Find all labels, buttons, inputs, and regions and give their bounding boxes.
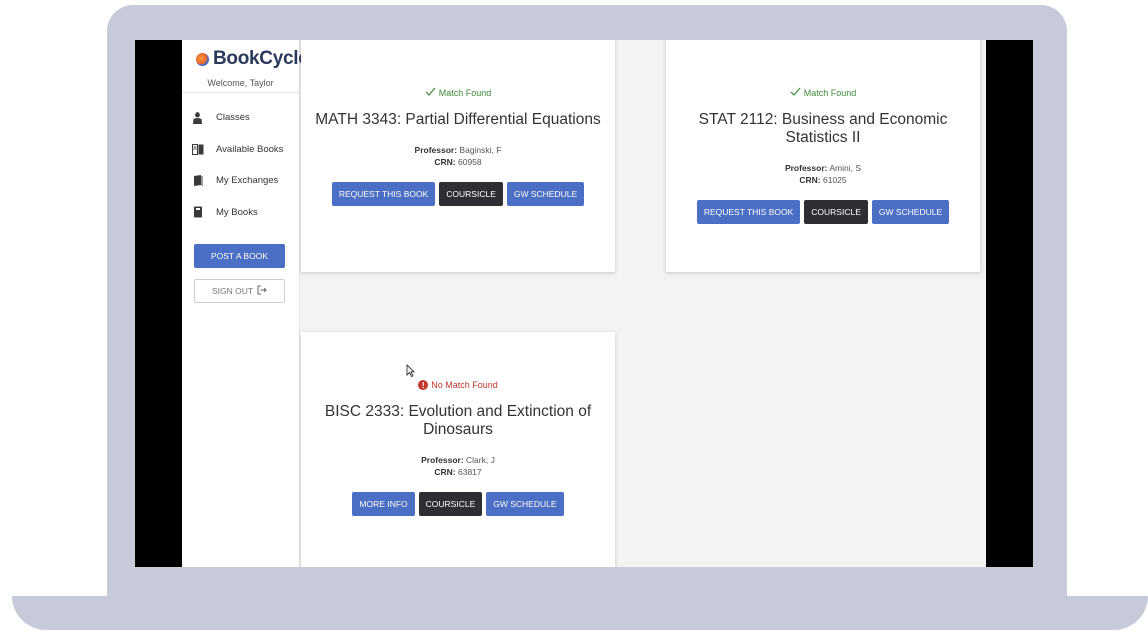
- gw-schedule-button[interactable]: GW SCHEDULE: [871, 200, 950, 224]
- books-icon: [191, 143, 204, 156]
- sidebar-item-my-exchanges[interactable]: My Exchanges: [182, 165, 299, 197]
- professor-line: Professor: Amini, S: [666, 162, 980, 174]
- professor-label: Professor:: [421, 455, 464, 465]
- book-icon: [191, 206, 204, 219]
- card-actions: REQUEST THIS BOOK COURSICLE GW SCHEDULE: [666, 200, 980, 224]
- coursicle-button[interactable]: COURSICLE: [804, 200, 868, 224]
- crn-label: CRN:: [799, 175, 821, 185]
- crn-label: CRN:: [434, 467, 456, 477]
- exchange-book-icon: [191, 174, 204, 187]
- gw-schedule-button[interactable]: GW SCHEDULE: [486, 492, 564, 516]
- brand-name: BookCycle: [213, 48, 309, 69]
- professor-line: Professor: Clark, J: [301, 454, 615, 466]
- laptop-base: [12, 596, 1148, 630]
- course-title: MATH 3343: Partial Differential Equation…: [315, 111, 601, 128]
- crn-line: CRN: 63817: [301, 466, 615, 478]
- welcome-text: Welcome, Taylor: [207, 78, 274, 88]
- more-info-button[interactable]: MORE INFO: [352, 492, 415, 516]
- request-book-button[interactable]: REQUEST THIS BOOK: [696, 200, 801, 224]
- divider: [182, 92, 299, 93]
- course-card: Match Found STAT 2112: Business and Econ…: [666, 40, 980, 272]
- error-icon: !: [418, 380, 429, 390]
- sign-out-icon: [257, 285, 267, 297]
- status-text: Match Found: [438, 87, 492, 98]
- sidebar-item-label: My Exchanges: [216, 175, 279, 187]
- crn-value: 60958: [457, 157, 482, 167]
- professor-name: Amini, S: [829, 163, 862, 173]
- sidebar-item-label: My Books: [216, 206, 258, 218]
- sidebar-item-label: Classes: [216, 112, 250, 124]
- crn-line: CRN: 60958: [301, 156, 615, 168]
- course-title: STAT 2112: Business and Economic Statist…: [698, 111, 948, 146]
- app-window: BookCycle Welcome, Taylor Classes Availa…: [182, 40, 986, 567]
- sidebar-nav: Classes Available Books My Exchanges My …: [182, 102, 299, 228]
- card-actions: MORE INFO COURSICLE GW SCHEDULE: [301, 492, 615, 516]
- coursicle-button[interactable]: COURSICLE: [439, 182, 503, 206]
- course-card: Match Found MATH 3343: Partial Different…: [301, 40, 615, 272]
- match-status: Match Found: [666, 87, 980, 98]
- professor-name: Clark, J: [466, 455, 495, 465]
- sign-out-button[interactable]: SIGN OUT: [194, 279, 285, 303]
- sidebar-item-available-books[interactable]: Available Books: [182, 134, 299, 166]
- request-book-button[interactable]: REQUEST THIS BOOK: [331, 182, 436, 206]
- logo-icon: [196, 52, 209, 66]
- course-title: BISC 2333: Evolution and Extinction of D…: [324, 403, 592, 438]
- check-icon: [425, 87, 436, 98]
- sign-out-label: SIGN OUT: [211, 286, 254, 296]
- course-card: ! No Match Found BISC 2333: Evolution an…: [301, 332, 615, 567]
- crn-line: CRN: 61025: [666, 174, 980, 186]
- crn-label: CRN:: [434, 157, 456, 167]
- professor-line: Professor: Baginski, F: [301, 144, 615, 156]
- check-icon: [790, 87, 801, 98]
- coursicle-button[interactable]: COURSICLE: [418, 492, 483, 516]
- card-actions: REQUEST THIS BOOK COURSICLE GW SCHEDULE: [301, 182, 615, 206]
- mouse-cursor-icon: [406, 363, 416, 382]
- sidebar: BookCycle Welcome, Taylor Classes Availa…: [182, 40, 309, 567]
- post-book-button[interactable]: POST A BOOK: [194, 244, 285, 268]
- student-icon: [191, 111, 204, 124]
- status-text: Match Found: [803, 87, 857, 98]
- no-match-status: ! No Match Found: [301, 380, 615, 390]
- professor-label: Professor:: [414, 145, 458, 155]
- professor-name: Baginski, F: [459, 145, 502, 155]
- brand[interactable]: BookCycle: [196, 48, 309, 70]
- match-status: Match Found: [301, 87, 615, 98]
- gw-schedule-button[interactable]: GW SCHEDULE: [506, 182, 585, 206]
- screen: BookCycle Welcome, Taylor Classes Availa…: [135, 40, 1033, 567]
- status-text: No Match Found: [431, 380, 498, 390]
- sidebar-item-label: Available Books: [216, 143, 284, 155]
- sidebar-item-classes[interactable]: Classes: [182, 102, 299, 134]
- crn-value: 63817: [457, 467, 482, 477]
- sidebar-item-my-books[interactable]: My Books: [182, 197, 299, 229]
- crn-value: 61025: [822, 175, 847, 185]
- professor-label: Professor:: [784, 163, 828, 173]
